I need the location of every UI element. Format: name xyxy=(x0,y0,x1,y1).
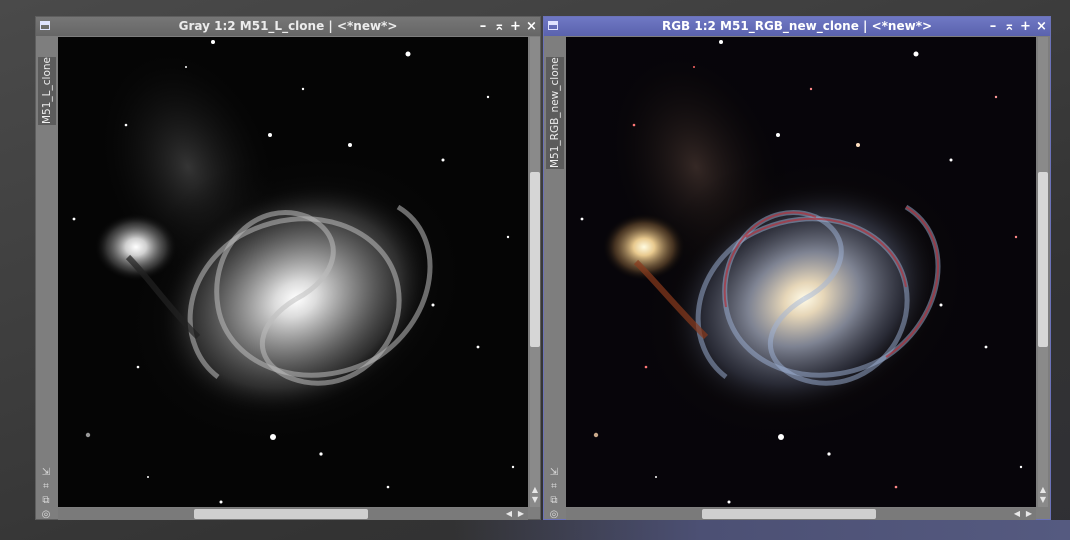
maximize-icon[interactable]: + xyxy=(510,20,521,33)
shade-icon[interactable]: ⌅ xyxy=(1004,20,1015,33)
vertical-scrollbar[interactable] xyxy=(530,37,540,507)
view-tools: ⇲ ⌗ ⧉ ◎ xyxy=(40,467,52,521)
close-icon[interactable]: × xyxy=(1036,20,1047,33)
scroll-up-icon[interactable]: ▲ xyxy=(530,485,540,494)
target-icon[interactable]: ◎ xyxy=(40,509,52,521)
window-titlebar[interactable]: RGB 1:2 M51_RGB_new_clone | <*new*> – ⌅ … xyxy=(544,17,1050,36)
maximize-icon[interactable]: + xyxy=(1020,20,1031,33)
close-icon[interactable]: × xyxy=(526,20,537,33)
image-canvas[interactable] xyxy=(566,37,1036,507)
galaxy-image-gray xyxy=(58,37,528,507)
scroll-right-icon[interactable]: ▶ xyxy=(516,509,526,518)
clone-view-icon[interactable]: ⧉ xyxy=(40,495,52,507)
window-title: Gray 1:2 M51_L_clone | <*new*> xyxy=(178,19,398,33)
scroll-left-icon[interactable]: ◀ xyxy=(1012,509,1022,518)
expand-arrow-icon[interactable]: ⇲ xyxy=(40,467,52,479)
window-menu-icon[interactable] xyxy=(548,21,558,30)
view-side-tab[interactable]: M51_RGB_new_clone xyxy=(546,57,564,169)
horizontal-scroll-thumb[interactable] xyxy=(702,509,876,519)
vertical-scrollbar[interactable] xyxy=(1038,37,1048,507)
image-canvas[interactable] xyxy=(58,37,528,507)
shade-icon[interactable]: ⌅ xyxy=(494,20,505,33)
view-tools: ⇲ ⌗ ⧉ ◎ xyxy=(548,467,560,521)
fit-view-icon[interactable]: ⌗ xyxy=(548,481,560,493)
image-window-rgb[interactable]: RGB 1:2 M51_RGB_new_clone | <*new*> – ⌅ … xyxy=(543,16,1051,520)
horizontal-scroll-thumb[interactable] xyxy=(194,509,368,519)
view-side-tab[interactable]: M51_L_clone xyxy=(38,57,56,125)
image-window-gray[interactable]: Gray 1:2 M51_L_clone | <*new*> – ⌅ + × M… xyxy=(35,16,541,520)
horizontal-scrollbar[interactable] xyxy=(58,508,528,520)
horizontal-scrollbar[interactable] xyxy=(566,508,1036,520)
vertical-scroll-thumb[interactable] xyxy=(1038,172,1048,347)
scroll-down-icon[interactable]: ▼ xyxy=(530,495,540,504)
fit-view-icon[interactable]: ⌗ xyxy=(40,481,52,493)
expand-arrow-icon[interactable]: ⇲ xyxy=(548,467,560,479)
window-title: RGB 1:2 M51_RGB_new_clone | <*new*> xyxy=(661,19,933,33)
scroll-down-icon[interactable]: ▼ xyxy=(1038,495,1048,504)
galaxy-image-rgb xyxy=(566,37,1036,507)
clone-view-icon[interactable]: ⧉ xyxy=(548,495,560,507)
minimize-icon[interactable]: – xyxy=(988,20,998,33)
minimize-icon[interactable]: – xyxy=(478,20,488,33)
scroll-left-icon[interactable]: ◀ xyxy=(504,509,514,518)
desktop-accent xyxy=(455,520,1070,540)
window-menu-icon[interactable] xyxy=(40,21,50,30)
vertical-scroll-thumb[interactable] xyxy=(530,172,540,347)
scroll-up-icon[interactable]: ▲ xyxy=(1038,485,1048,494)
window-titlebar[interactable]: Gray 1:2 M51_L_clone | <*new*> – ⌅ + × xyxy=(36,17,540,36)
target-icon[interactable]: ◎ xyxy=(548,509,560,521)
scroll-right-icon[interactable]: ▶ xyxy=(1024,509,1034,518)
